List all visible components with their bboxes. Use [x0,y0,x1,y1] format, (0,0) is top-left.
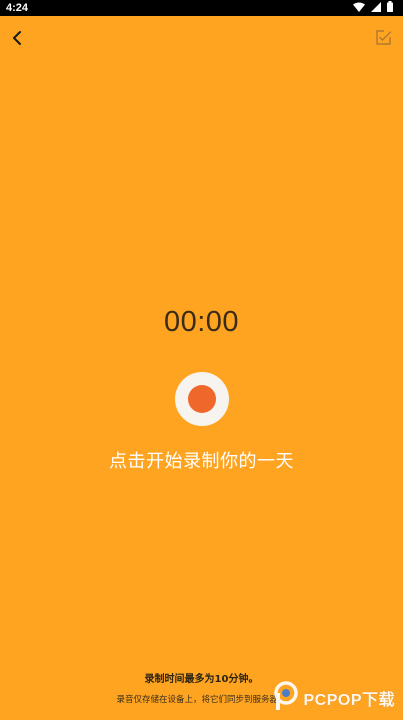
signal-icon [371,1,381,15]
record-prompt: 点击开始录制你的一天 [109,451,294,472]
record-button[interactable] [175,372,229,426]
back-button[interactable] [6,28,28,50]
watermark-logo-icon [272,681,300,715]
chevron-left-icon [11,30,23,49]
status-bar: 4:24 [0,0,403,16]
recording-timer: 00:00 [163,306,240,338]
status-icons [353,1,393,15]
edit-button[interactable] [372,28,394,50]
status-time: 4:24 [6,2,29,14]
watermark: PCPOP下载 [272,680,395,716]
battery-icon [387,1,393,15]
record-icon [188,385,216,413]
wifi-icon [353,2,365,15]
edit-square-icon [375,29,392,50]
watermark-text: PCPOP下载 [303,692,395,709]
